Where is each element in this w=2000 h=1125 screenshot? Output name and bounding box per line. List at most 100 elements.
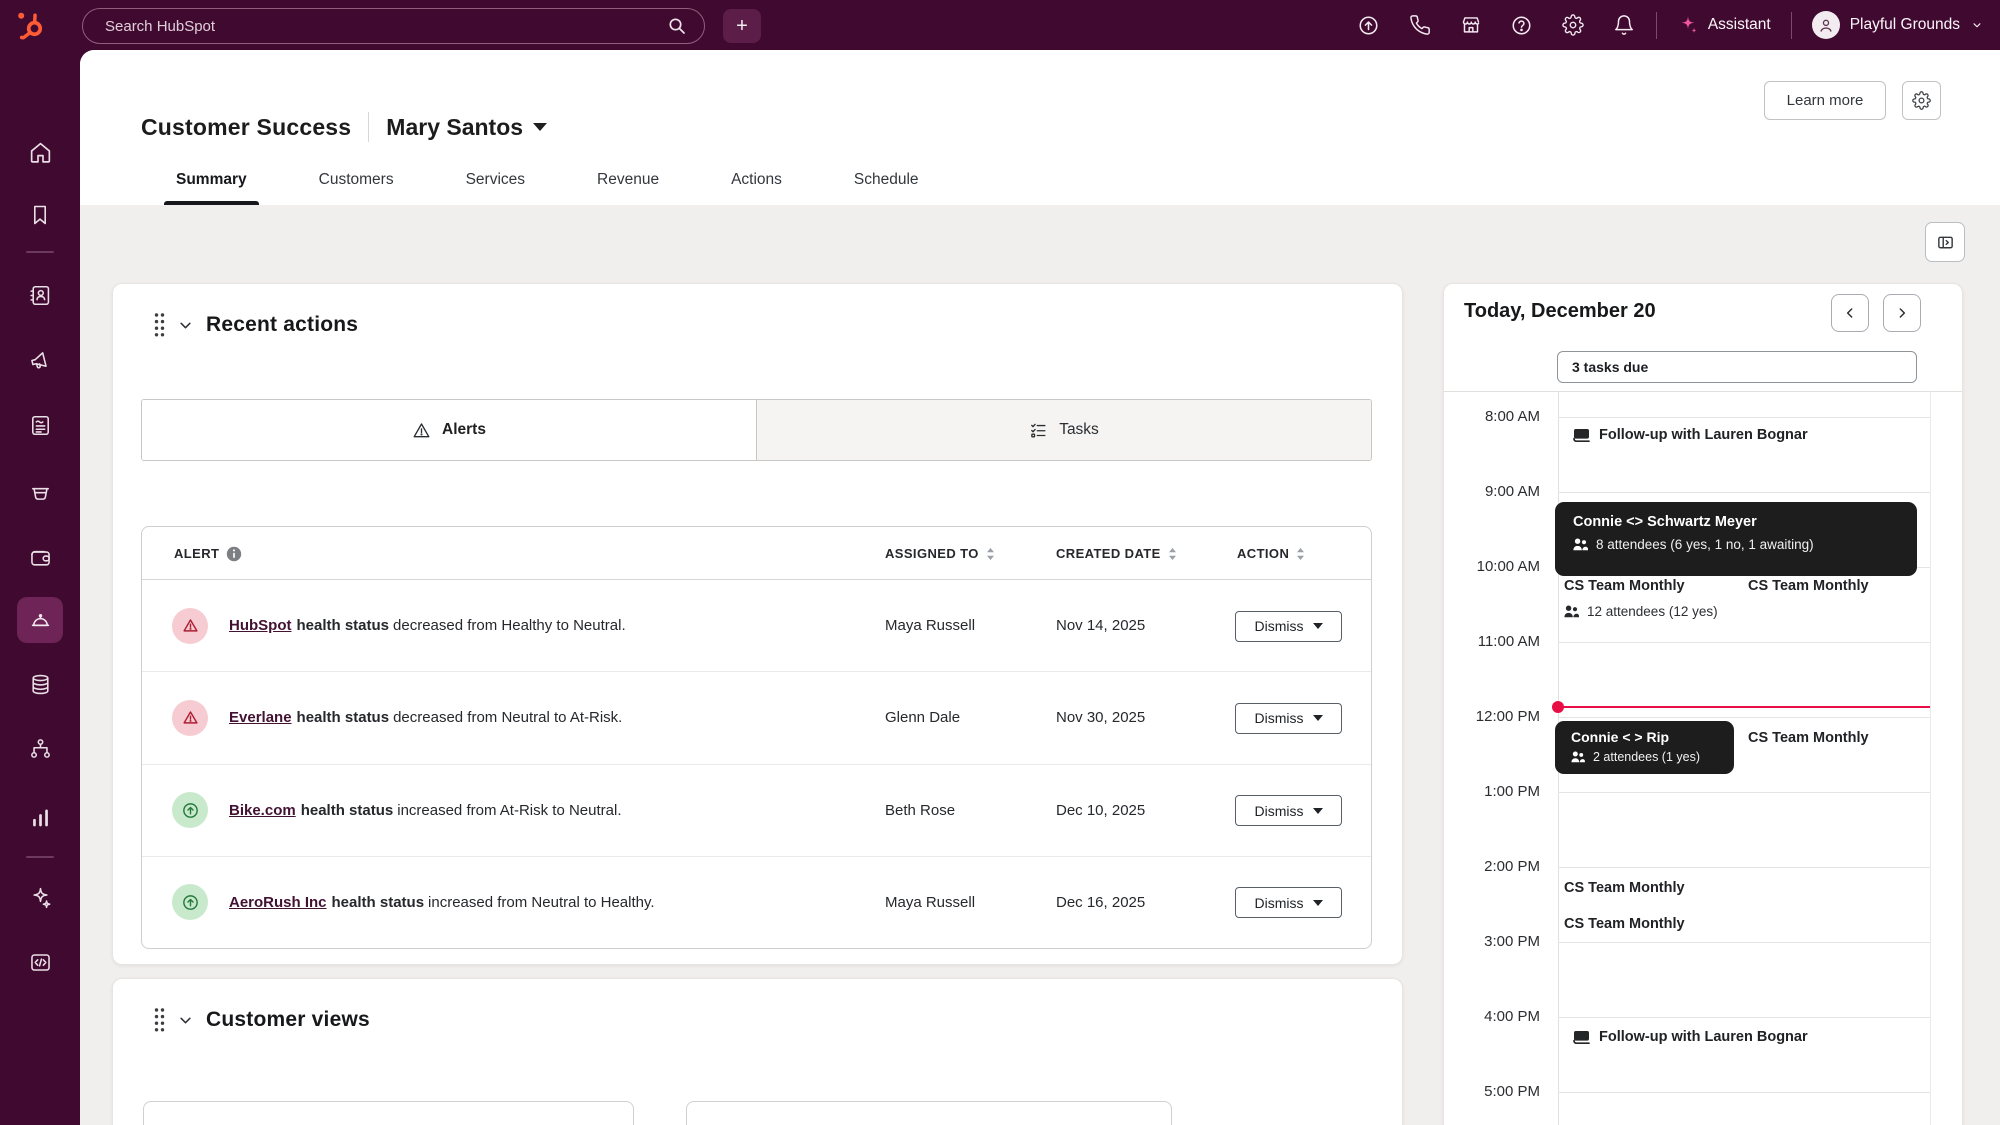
- customer-view-tile[interactable]: [686, 1101, 1172, 1125]
- hour-label: 11:00 AM: [1448, 632, 1540, 652]
- assigned-to-value: Maya Russell: [885, 580, 975, 671]
- sidebar-item-crm[interactable]: [17, 272, 63, 318]
- calendar-event[interactable]: Connie < > Rip 2 attendees (1 yes): [1555, 721, 1734, 774]
- account-menu[interactable]: Playful Grounds: [1812, 11, 1984, 39]
- help-icon[interactable]: [1510, 13, 1534, 37]
- calendar-task[interactable]: Follow-up with Lauren Bognar: [1573, 427, 1808, 443]
- calendar-next-button[interactable]: [1883, 294, 1921, 332]
- search-input[interactable]: [82, 8, 705, 44]
- sidebar-item-home[interactable]: [17, 129, 63, 175]
- calendar-event[interactable]: CS Team Monthly: [1564, 880, 1685, 896]
- marketplace-icon[interactable]: [1459, 13, 1483, 37]
- arrow-up-circle-icon[interactable]: [1357, 13, 1381, 37]
- hour-label: 9:00 AM: [1448, 482, 1540, 502]
- hour-label: 1:00 PM: [1448, 782, 1540, 802]
- sidebar-divider: [26, 856, 54, 858]
- tab-services[interactable]: Services: [454, 159, 537, 205]
- dismiss-button[interactable]: Dismiss: [1235, 795, 1342, 826]
- current-time-line: [1558, 706, 1930, 708]
- notifications-icon[interactable]: [1612, 13, 1636, 37]
- sidebar-item-automation[interactable]: [17, 725, 63, 771]
- recent-actions-card: Recent actions Alerts Tasks: [112, 283, 1403, 965]
- company-link[interactable]: HubSpot: [229, 617, 291, 634]
- company-link[interactable]: AeroRush Inc: [229, 894, 327, 911]
- form-icon: [28, 413, 53, 438]
- task-title: Follow-up with Lauren Bognar: [1599, 1029, 1808, 1045]
- drag-handle-icon[interactable]: [154, 1007, 165, 1033]
- company-link[interactable]: Bike.com: [229, 802, 296, 819]
- tab-customers[interactable]: Customers: [307, 159, 406, 205]
- sidebar-item-service[interactable]: [17, 597, 63, 643]
- service-bell-icon: [28, 608, 53, 633]
- alerts-table: ALERT ASSIGNED TO CREATED DATE: [141, 526, 1372, 949]
- calendar-event[interactable]: CS Team Monthly: [1564, 578, 1685, 594]
- owner-selector[interactable]: Mary Santos: [386, 114, 547, 141]
- calendar-event[interactable]: CS Team Monthly: [1748, 578, 1869, 594]
- event-title: Connie <> Schwartz Meyer: [1573, 514, 1899, 530]
- search-icon[interactable]: [668, 17, 686, 35]
- calendar-prev-button[interactable]: [1831, 294, 1869, 332]
- contacts-icon: [28, 283, 53, 308]
- info-icon[interactable]: [226, 546, 242, 562]
- calendar-event[interactable]: CS Team Monthly: [1564, 916, 1685, 932]
- company-link[interactable]: Everlane: [229, 709, 292, 726]
- tab-actions[interactable]: Actions: [719, 159, 794, 205]
- tasks-due-banner[interactable]: 3 tasks due: [1557, 351, 1917, 383]
- caret-down-icon: [1313, 623, 1323, 629]
- dismiss-button[interactable]: Dismiss: [1235, 611, 1342, 642]
- customer-view-tile[interactable]: [143, 1101, 634, 1125]
- tab-alerts[interactable]: Alerts: [142, 400, 756, 460]
- sidebar-item-payments[interactable]: [17, 534, 63, 580]
- database-icon: [28, 672, 53, 697]
- hour-line: [1558, 417, 1930, 418]
- title-divider: [368, 112, 369, 142]
- sort-icon: [1296, 547, 1305, 561]
- sidebar-item-ai[interactable]: [17, 874, 63, 920]
- create-button[interactable]: +: [723, 9, 761, 43]
- owner-name: Mary Santos: [386, 114, 523, 141]
- assistant-button[interactable]: Assistant: [1677, 14, 1771, 36]
- column-assigned-to[interactable]: ASSIGNED TO: [885, 527, 995, 580]
- sidebar-item-reporting[interactable]: [17, 794, 63, 840]
- dismiss-button[interactable]: Dismiss: [1235, 703, 1342, 734]
- dismiss-button[interactable]: Dismiss: [1235, 887, 1342, 918]
- created-date-value: Dec 10, 2025: [1056, 765, 1145, 856]
- sidebar-item-developer[interactable]: [17, 939, 63, 985]
- calendar-title: Today, December 20: [1464, 300, 1656, 323]
- chevron-down-icon[interactable]: [178, 318, 193, 333]
- sidebar-item-data[interactable]: [17, 661, 63, 707]
- tab-summary[interactable]: Summary: [164, 159, 259, 205]
- caret-down-icon: [1313, 900, 1323, 906]
- alert-message: AeroRush Inchealth statusincreased from …: [229, 857, 655, 948]
- column-action[interactable]: ACTION: [1237, 527, 1305, 580]
- learn-more-button[interactable]: Learn more: [1764, 81, 1886, 120]
- collapse-panel-button[interactable]: [1925, 222, 1965, 262]
- hubspot-logo-icon[interactable]: [16, 10, 46, 40]
- task-list-icon: [1029, 421, 1048, 440]
- sidebar-item-bookmarks[interactable]: [17, 192, 63, 238]
- drag-handle-icon[interactable]: [154, 312, 165, 338]
- event-attendees: 8 attendees (6 yes, 1 no, 1 awaiting): [1573, 537, 1899, 552]
- hour-line: [1558, 1092, 1930, 1093]
- hour-line: [1558, 492, 1930, 493]
- megaphone-icon: [28, 348, 53, 373]
- calendar-task[interactable]: Follow-up with Lauren Bognar: [1573, 1029, 1808, 1045]
- settings-icon[interactable]: [1561, 13, 1585, 37]
- sidebar-item-commerce[interactable]: [17, 470, 63, 516]
- tab-revenue[interactable]: Revenue: [585, 159, 671, 205]
- event-title: Connie < > Rip: [1571, 729, 1718, 745]
- tab-schedule[interactable]: Schedule: [842, 159, 931, 205]
- tab-tasks[interactable]: Tasks: [756, 400, 1371, 460]
- chevron-down-icon[interactable]: [178, 1013, 193, 1028]
- calling-icon[interactable]: [1408, 13, 1432, 37]
- alert-message: Bike.comhealth statusincreased from At-R…: [229, 765, 621, 856]
- hour-label: 4:00 PM: [1448, 1007, 1540, 1027]
- attendees-icon: [1573, 538, 1588, 551]
- hour-line: [1558, 717, 1930, 718]
- sidebar-item-content[interactable]: [17, 402, 63, 448]
- column-created-date[interactable]: CREATED DATE: [1056, 527, 1177, 580]
- page-settings-button[interactable]: [1902, 81, 1941, 120]
- sidebar-item-marketing[interactable]: [17, 337, 63, 383]
- calendar-event[interactable]: CS Team Monthly: [1748, 730, 1869, 746]
- calendar-event[interactable]: Connie <> Schwartz Meyer 8 attendees (6 …: [1555, 502, 1917, 576]
